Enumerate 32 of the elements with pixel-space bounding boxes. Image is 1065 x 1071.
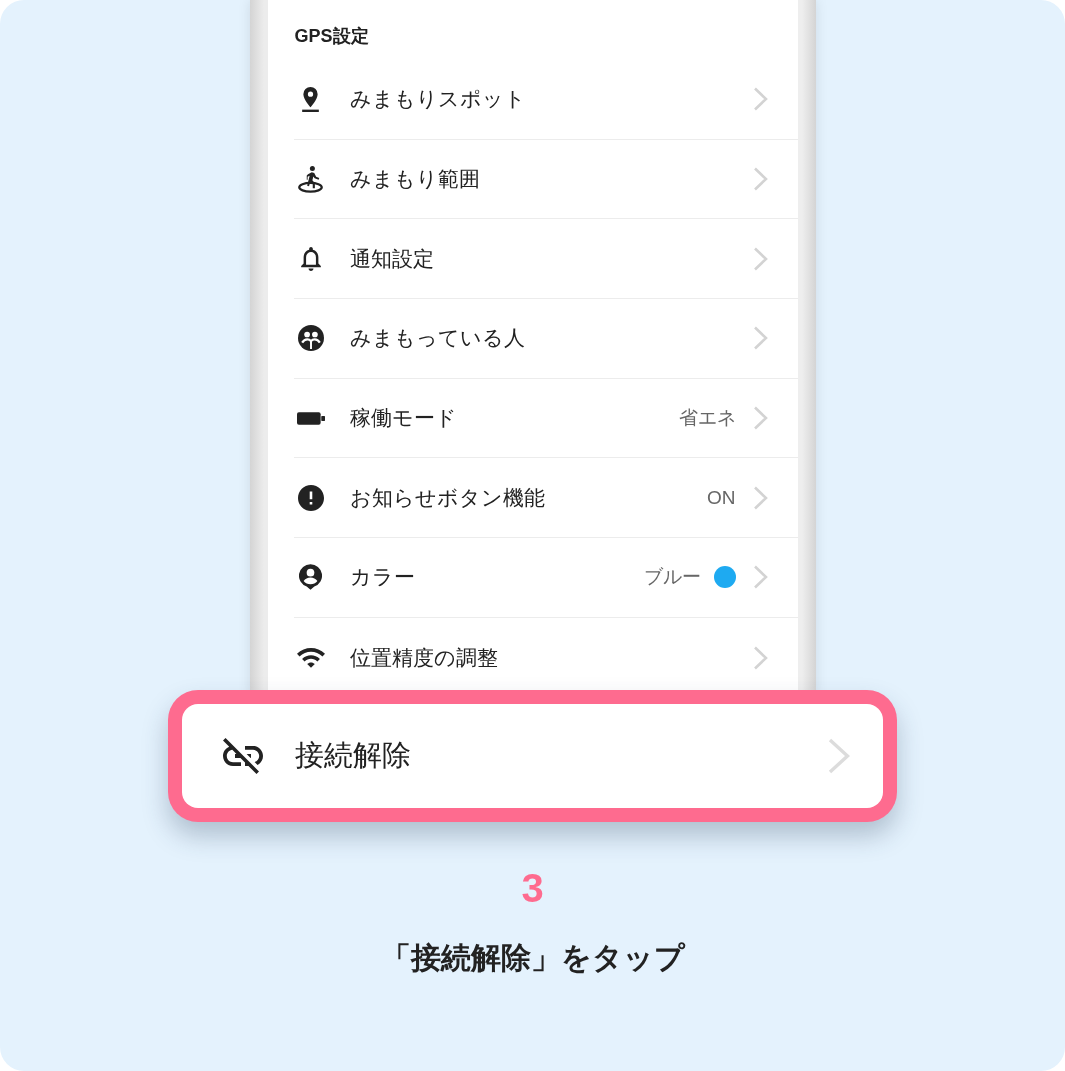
- people-circle-icon: [297, 325, 324, 352]
- battery-icon: [296, 411, 325, 425]
- settings-item-label[interactable]: みまもり範囲: [349, 165, 480, 194]
- link-off-icon: [223, 738, 263, 774]
- location-pin-icon: [302, 86, 319, 112]
- settings-item-label[interactable]: みまもっている人: [349, 324, 525, 353]
- walking-person-icon: [298, 165, 323, 193]
- wifi-icon: [296, 647, 325, 668]
- bell-icon: [300, 246, 321, 271]
- disconnect-button[interactable]: 接続解除: [182, 704, 883, 808]
- chevron-right-icon: [752, 645, 768, 670]
- chevron-right-icon: [752, 485, 768, 510]
- step-caption: 「接続解除」をタップ: [380, 940, 685, 976]
- chevron-right-icon: [828, 738, 850, 774]
- settings-item-label[interactable]: みまもりスポット: [349, 85, 526, 114]
- chevron-right-icon: [752, 87, 768, 112]
- person-pin-icon: [299, 564, 322, 591]
- chevron-right-icon: [752, 565, 768, 590]
- chevron-right-icon: [752, 406, 768, 431]
- chevron-right-icon: [752, 326, 768, 351]
- settings-item-label[interactable]: お知らせボタン機能: [349, 483, 545, 512]
- chevron-right-icon: [752, 246, 768, 271]
- chevron-right-icon: [752, 167, 768, 192]
- setting-value: 省エネ: [678, 406, 736, 431]
- settings-item-label[interactable]: カラー: [349, 563, 415, 592]
- section-heading: GPS設定: [293, 25, 370, 48]
- step-number: 3: [521, 866, 544, 910]
- setting-value: ON: [707, 486, 736, 509]
- setting-value: ブルー: [643, 565, 701, 590]
- settings-item-label[interactable]: 位置精度の調整: [349, 643, 498, 672]
- settings-item-label[interactable]: 稼働モード: [349, 404, 457, 433]
- settings-item-label[interactable]: 通知設定: [349, 244, 434, 273]
